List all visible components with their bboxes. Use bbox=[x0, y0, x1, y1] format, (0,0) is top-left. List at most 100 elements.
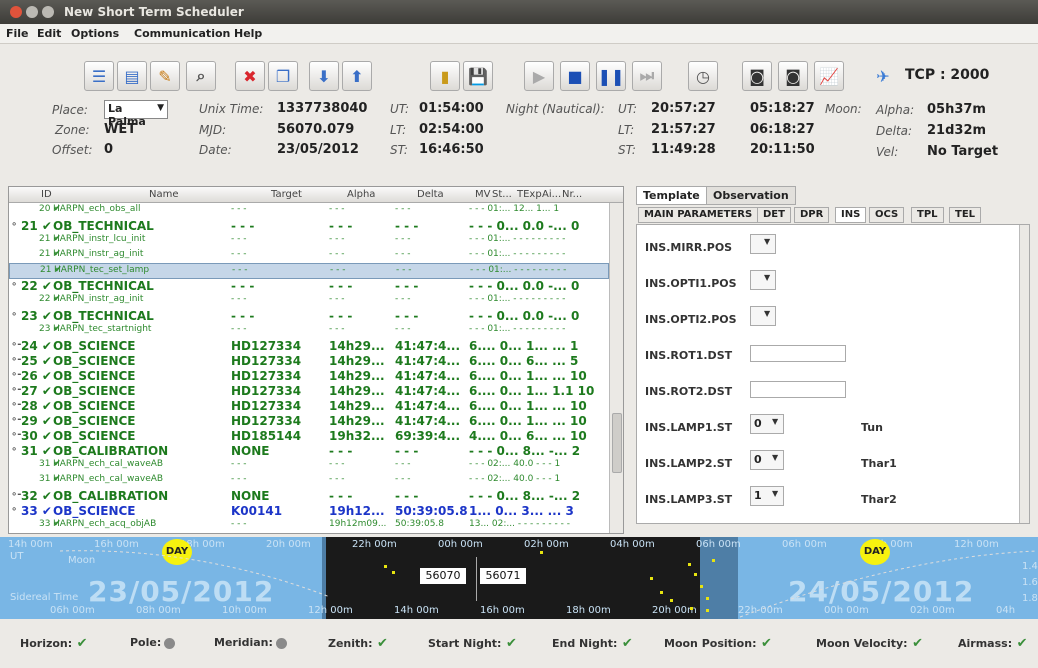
col-target[interactable]: Target bbox=[271, 189, 302, 200]
open-icon[interactable]: ▮ bbox=[430, 61, 460, 91]
tab-template[interactable]: Template bbox=[636, 186, 707, 205]
night-timeline[interactable]: 14h 00m 16h 00m 18h 00m 20h 00m 22h 00m 00h 0… bbox=[0, 537, 1038, 619]
minimize-window-button[interactable] bbox=[26, 6, 38, 18]
col-ai[interactable]: Ai... bbox=[542, 189, 561, 200]
tree-toggle-icon[interactable]: ∘- bbox=[11, 414, 21, 425]
tree-toggle-icon[interactable]: ∘- bbox=[11, 429, 21, 440]
table-row[interactable]: 20 ✔ HARPN_ech_obs_all - - -- - -- - -- - … bbox=[9, 203, 609, 219]
arrow-up-icon[interactable]: ⬆ bbox=[342, 61, 372, 91]
search-icon[interactable]: ⌕ bbox=[186, 61, 216, 91]
tree-toggle-icon[interactable]: ∘ bbox=[11, 504, 17, 515]
tree-toggle-icon[interactable]: ∘- bbox=[11, 384, 21, 395]
param-text-field[interactable] bbox=[750, 345, 846, 362]
col-mv[interactable]: MV bbox=[475, 189, 490, 200]
skip-icon[interactable]: ⏭ bbox=[632, 61, 662, 91]
table-scrollbar[interactable] bbox=[609, 203, 623, 533]
edit-icon[interactable]: ✎ bbox=[150, 61, 180, 91]
maximize-window-button[interactable] bbox=[42, 6, 54, 18]
subtab-dpr[interactable]: DPR bbox=[794, 207, 830, 223]
subtab-det[interactable]: DET bbox=[757, 207, 791, 223]
param-combo[interactable]: ▼ bbox=[750, 270, 776, 290]
param-combo[interactable]: ▼ bbox=[750, 234, 776, 254]
close-window-button[interactable] bbox=[10, 6, 22, 18]
table-row[interactable]: 21 ✔ HARPN_instr_lcu_init - - -- - -- - --… bbox=[9, 233, 609, 249]
save-icon[interactable]: 💾 bbox=[463, 61, 493, 91]
table-row[interactable]: 22 ✔ HARPN_instr_ag_init - - -- - -- - -- … bbox=[9, 293, 609, 309]
lt-value: 02:54:00 bbox=[419, 122, 484, 137]
table-row[interactable]: ∘ 22 ✔ OB_TECHNICAL - - -- - -- - -- - - 0.… bbox=[9, 278, 609, 294]
table-row[interactable]: 33 ✔ HARPN_ech_acq_objAB - - -19h12m09... 5… bbox=[9, 518, 609, 533]
tree-toggle-icon[interactable]: ∘- bbox=[11, 354, 21, 365]
stop-icon[interactable]: ■ bbox=[560, 61, 590, 91]
table-row[interactable]: ∘ 23 ✔ OB_TECHNICAL - - -- - -- - -- - - 0.… bbox=[9, 308, 609, 324]
table-row[interactable]: ∘- 27 ✔ OB_SCIENCE HD127334 14h29... 41:47:4.… bbox=[9, 383, 609, 399]
pause-icon[interactable]: ❚❚ bbox=[596, 61, 626, 91]
subtab-main-parameters[interactable]: MAIN PARAMETERS bbox=[638, 207, 759, 223]
table-row[interactable]: ∘ 31 ✔ OB_CALIBRATION NONE - - -- - -- - - 0… bbox=[9, 443, 609, 459]
param-combo[interactable]: ▼ bbox=[750, 306, 776, 326]
col-nr[interactable]: Nr... bbox=[562, 189, 582, 200]
tree-toggle-icon[interactable]: ∘- bbox=[11, 399, 21, 410]
satellite-icon[interactable]: ✈ bbox=[868, 61, 898, 91]
menu-communication[interactable]: Communication bbox=[134, 27, 230, 40]
table-row[interactable]: ∘- 26 ✔ OB_SCIENCE HD127334 14h29... 41:47:4.… bbox=[9, 368, 609, 384]
subtab-tel[interactable]: TEL bbox=[949, 207, 982, 223]
list-icon[interactable]: ☰ bbox=[84, 61, 114, 91]
subtab-tpl[interactable]: TPL bbox=[911, 207, 944, 223]
arrow-down-icon[interactable]: ⬇ bbox=[309, 61, 339, 91]
col-name[interactable]: Name bbox=[149, 189, 179, 200]
table-row[interactable]: 21 ✔ HARPN_tec_set_lamp - - -- - -- - -- -… bbox=[9, 263, 609, 279]
details-icon[interactable]: ▤ bbox=[117, 61, 147, 91]
table-row[interactable]: ∘- 29 ✔ OB_SCIENCE HD127334 14h29... 41:47:4.… bbox=[9, 413, 609, 429]
cell-delta: - - - bbox=[395, 204, 411, 214]
table-row[interactable]: 23 ✔ HARPN_tec_startnight - - -- - -- - --… bbox=[9, 323, 609, 339]
param-combo[interactable]: 0 ▼ bbox=[750, 450, 784, 470]
tree-toggle-icon[interactable]: ∘ bbox=[11, 219, 17, 230]
table-row[interactable]: 31 ✔ HARPN_ech_cal_waveAB - - -- - -- - --… bbox=[9, 473, 609, 489]
camera2-icon[interactable]: ◙ bbox=[778, 61, 808, 91]
param-combo[interactable]: 0 ▼ bbox=[750, 414, 784, 434]
unix-time-value: 1337738040 bbox=[277, 101, 368, 116]
col-st[interactable]: St... bbox=[492, 189, 512, 200]
chart-icon[interactable]: 📈 bbox=[814, 61, 844, 91]
tree-toggle-icon[interactable]: ∘ bbox=[11, 309, 17, 320]
status-item: Horizon: ✔ bbox=[20, 636, 88, 651]
play-icon[interactable]: ▶ bbox=[524, 61, 554, 91]
param-text-field[interactable] bbox=[750, 381, 846, 398]
param-combo[interactable]: 1 ▼ bbox=[750, 486, 784, 506]
table-row[interactable]: ∘- 32 ✔ OB_CALIBRATION NONE - - -- - -- - - … bbox=[9, 488, 609, 504]
menu-options[interactable]: Options bbox=[71, 27, 119, 40]
tree-toggle-icon[interactable]: ∘- bbox=[11, 339, 21, 350]
table-row[interactable]: ∘- 24 ✔ OB_SCIENCE HD127334 14h29... 41:47:4.… bbox=[9, 338, 609, 354]
cell-name: OB_SCIENCE bbox=[53, 414, 136, 428]
camera-icon[interactable]: ◙ bbox=[742, 61, 772, 91]
col-texp[interactable]: TExp bbox=[517, 189, 542, 200]
col-alpha[interactable]: Alpha bbox=[347, 189, 375, 200]
table-row[interactable]: ∘ 33 ✔ OB_SCIENCE K00141 19h12... 50:39:05.8 1… bbox=[9, 503, 609, 519]
table-row[interactable]: 21 ✔ HARPN_instr_ag_init - - -- - -- - -- … bbox=[9, 248, 609, 264]
tree-toggle-icon[interactable]: ∘ bbox=[11, 444, 17, 455]
copy-icon[interactable]: ❐ bbox=[268, 61, 298, 91]
table-row[interactable]: ∘ 21 ✔ OB_TECHNICAL - - -- - -- - -- - - 0.… bbox=[9, 218, 609, 234]
menu-help[interactable]: Help bbox=[234, 27, 262, 40]
tree-toggle-icon[interactable]: ∘- bbox=[11, 369, 21, 380]
menu-file[interactable]: File bbox=[6, 27, 29, 40]
table-row[interactable]: 31 ✔ HARPN_ech_cal_waveAB - - -- - -- - --… bbox=[9, 458, 609, 474]
table-row[interactable]: ∘- 28 ✔ OB_SCIENCE HD127334 14h29... 41:47:4.… bbox=[9, 398, 609, 414]
clock-icon[interactable]: ◷ bbox=[688, 61, 718, 91]
menu-edit[interactable]: Edit bbox=[37, 27, 61, 40]
scroll-thumb[interactable] bbox=[612, 413, 622, 473]
status-label: End Night: bbox=[552, 637, 618, 650]
tab-observation[interactable]: Observation bbox=[706, 186, 796, 205]
stop-red-icon[interactable]: ✖ bbox=[235, 61, 265, 91]
subtab-ocs[interactable]: OCS bbox=[869, 207, 905, 223]
table-row[interactable]: ∘- 25 ✔ OB_SCIENCE HD127334 14h29... 41:47:4.… bbox=[9, 353, 609, 369]
tree-toggle-icon[interactable]: ∘ bbox=[11, 279, 17, 290]
col-id[interactable]: ID bbox=[41, 189, 52, 200]
panel-scrollbar[interactable] bbox=[1019, 225, 1029, 523]
place-select[interactable]: La Palma ▼ bbox=[104, 100, 168, 128]
tree-toggle-icon[interactable]: ∘- bbox=[11, 489, 21, 500]
subtab-ins[interactable]: INS bbox=[835, 207, 867, 223]
table-row[interactable]: ∘- 30 ✔ OB_SCIENCE HD185144 19h32... 69:39:4.… bbox=[9, 428, 609, 444]
col-delta[interactable]: Delta bbox=[417, 189, 444, 200]
